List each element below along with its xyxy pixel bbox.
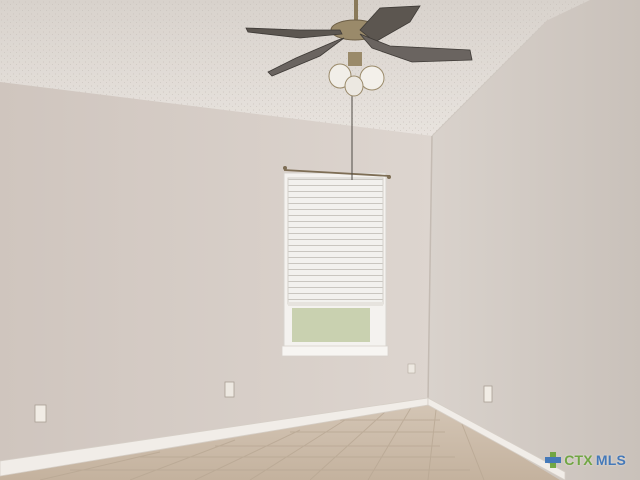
window-sill [281, 345, 389, 357]
watermark-mls-text: MLS [595, 452, 626, 468]
electrical-outlet [483, 385, 493, 403]
room-photo: CTX MLS [0, 0, 640, 480]
ctxmls-logo-icon [545, 452, 562, 468]
electrical-outlet [407, 363, 416, 374]
window [281, 166, 391, 357]
window-blinds [288, 178, 383, 304]
room-illustration [0, 0, 640, 480]
electrical-outlet [34, 404, 47, 423]
watermark-ctx-text: CTX [564, 452, 593, 468]
ctxmls-watermark: CTX MLS [545, 452, 626, 468]
electrical-outlet [224, 381, 235, 398]
